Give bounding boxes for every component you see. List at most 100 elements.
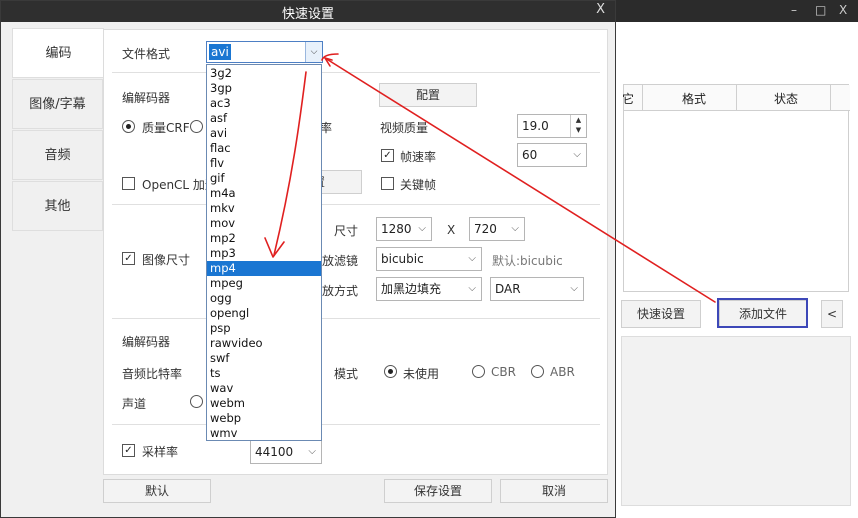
format-option-gif[interactable]: gif	[207, 171, 321, 186]
format-option-3g2[interactable]: 3g2	[207, 66, 321, 81]
channel-radio[interactable]	[190, 395, 203, 408]
column-header-format[interactable]: 格式	[682, 90, 706, 107]
config-button[interactable]: 配置	[379, 83, 477, 107]
keyframe-checkbox[interactable]	[381, 177, 394, 190]
add-file-highlight-box	[717, 298, 808, 328]
file-format-select[interactable]: avi ⌵	[206, 41, 323, 63]
tab-other[interactable]: 其他	[12, 181, 103, 231]
tab-audio[interactable]: 音频	[12, 130, 103, 180]
format-option-rawvideo[interactable]: rawvideo	[207, 336, 321, 351]
format-option-swf[interactable]: swf	[207, 351, 321, 366]
video-quality-input[interactable]: 19.0 ▲ ▼	[517, 114, 587, 138]
format-option-m4a[interactable]: m4a	[207, 186, 321, 201]
minimize-icon[interactable]: –	[791, 3, 797, 17]
video-quality-label: 视频质量	[380, 121, 429, 135]
file-format-dropdown-list[interactable]: 3g2 3gp ac3 asf avi flac flv gif m4a mkv mov mp2 mp3…	[206, 64, 322, 441]
format-option-asf[interactable]: asf	[207, 111, 321, 126]
quick-settings-button[interactable]: 快速设置	[621, 300, 701, 328]
mode-abr-radio[interactable]	[531, 365, 544, 378]
aspect-select[interactable]: DAR ⌵	[490, 277, 584, 301]
format-option-3gp[interactable]: 3gp	[207, 81, 321, 96]
quick-settings-dialog: 快速设置 X 编码 图像/字幕 音频 其他 文件格式 编解码器 配置 质量CRF…	[0, 0, 616, 518]
cancel-button[interactable]: 取消	[500, 479, 608, 503]
file-table[interactable]: 它 格式 状态	[622, 84, 850, 292]
format-option-psp[interactable]: psp	[207, 321, 321, 336]
frame-rate-label: 帧速率	[400, 150, 437, 164]
scale-filter-label-partial: 放滤镜	[322, 254, 359, 268]
chevron-down-icon[interactable]: ⌵	[305, 42, 322, 62]
samplerate-checkbox[interactable]: ✓	[122, 444, 135, 457]
audio-bitrate-label: 音频比特率	[122, 367, 183, 381]
height-select[interactable]: 720 ⌵	[469, 217, 525, 241]
close-icon[interactable]: X	[839, 3, 847, 17]
frame-rate-checkbox[interactable]: ✓	[381, 149, 394, 162]
quality-crf-radio[interactable]	[122, 120, 135, 133]
format-option-ogg[interactable]: ogg	[207, 291, 321, 306]
frame-rate-select[interactable]: 60 ⌵	[517, 143, 587, 167]
mode-abr-label: ABR	[550, 365, 575, 379]
format-option-webp[interactable]: webp	[207, 411, 321, 426]
frame-rate-value: 60	[522, 148, 538, 162]
width-select[interactable]: 1280 ⌵	[376, 217, 432, 241]
format-option-mpeg[interactable]: mpeg	[207, 276, 321, 291]
format-option-webm[interactable]: webm	[207, 396, 321, 411]
chevron-down-icon: ⌵	[468, 253, 476, 264]
main-window-titlebar: – □ X	[615, 0, 858, 22]
mode-unused-radio[interactable]	[384, 365, 397, 378]
format-option-wmv[interactable]: wmv	[207, 426, 321, 441]
format-option-mp2[interactable]: mp2	[207, 231, 321, 246]
image-size-checkbox[interactable]: ✓	[122, 252, 135, 265]
tab-encoding[interactable]: 编码	[12, 28, 104, 78]
collapse-button[interactable]: <	[821, 300, 843, 328]
scale-method-select[interactable]: 加黑边填充 ⌵	[376, 277, 482, 301]
bitrate-radio[interactable]	[190, 120, 203, 133]
mode-cbr-label: CBR	[491, 365, 516, 379]
format-option-mp3[interactable]: mp3	[207, 246, 321, 261]
channel-label: 声道	[122, 397, 147, 411]
height-value: 720	[474, 222, 497, 236]
width-value: 1280	[381, 222, 412, 236]
main-lower-panel	[621, 336, 851, 506]
format-option-mp4[interactable]: mp4	[207, 261, 321, 276]
scale-method-value: 加黑边填充	[381, 282, 442, 296]
column-header-partial: 它	[622, 92, 635, 106]
samplerate-select[interactable]: 44100 ⌵	[250, 440, 322, 464]
scale-filter-value: bicubic	[381, 252, 424, 266]
opencl-checkbox[interactable]	[122, 177, 135, 190]
aspect-value: DAR	[495, 282, 521, 296]
chevron-down-icon: ⌵	[308, 446, 316, 457]
video-quality-value: 19.0	[522, 119, 549, 133]
format-option-mov[interactable]: mov	[207, 216, 321, 231]
spinner-icon[interactable]: ▲ ▼	[570, 115, 586, 137]
format-option-opengl[interactable]: opengl	[207, 306, 321, 321]
column-header-status[interactable]: 状态	[774, 90, 798, 107]
image-size-label: 图像尺寸	[142, 253, 191, 267]
video-codec-label: 编解码器	[122, 91, 171, 105]
main-window: – □ X 它 格式 状态 快速设置 添加文件 <	[614, 0, 858, 518]
maximize-icon[interactable]: □	[815, 3, 826, 17]
dialog-title: 快速设置	[281, 7, 334, 22]
mode-label: 模式	[334, 367, 359, 381]
close-icon[interactable]: X	[596, 2, 605, 17]
audio-codec-label: 编解码器	[122, 335, 171, 349]
tab-image-subtitle[interactable]: 图像/字幕	[12, 79, 103, 129]
file-format-value: avi	[209, 44, 231, 60]
format-option-flac[interactable]: flac	[207, 141, 321, 156]
mode-cbr-radio[interactable]	[472, 365, 485, 378]
format-option-ts[interactable]: ts	[207, 366, 321, 381]
mode-unused-label: 未使用	[403, 367, 440, 381]
default-button[interactable]: 默认	[103, 479, 211, 503]
settings-panel: 文件格式 编解码器 配置 质量CRF 率 视频质量 19.0 ▲ ▼ ✓ 帧速率 …	[103, 29, 608, 475]
scale-filter-default: 默认:bicubic	[492, 254, 563, 268]
format-option-mkv[interactable]: mkv	[207, 201, 321, 216]
format-option-ac3[interactable]: ac3	[207, 96, 321, 111]
file-format-label: 文件格式	[122, 47, 171, 61]
format-option-flv[interactable]: flv	[207, 156, 321, 171]
scale-filter-select[interactable]: bicubic ⌵	[376, 247, 482, 271]
format-option-wav[interactable]: wav	[207, 381, 321, 396]
chevron-down-icon: ⌵	[468, 283, 476, 294]
quality-crf-label: 质量CRF	[142, 121, 190, 135]
samplerate-label: 采样率	[142, 445, 179, 459]
save-settings-button[interactable]: 保存设置	[384, 479, 492, 503]
format-option-avi[interactable]: avi	[207, 126, 321, 141]
